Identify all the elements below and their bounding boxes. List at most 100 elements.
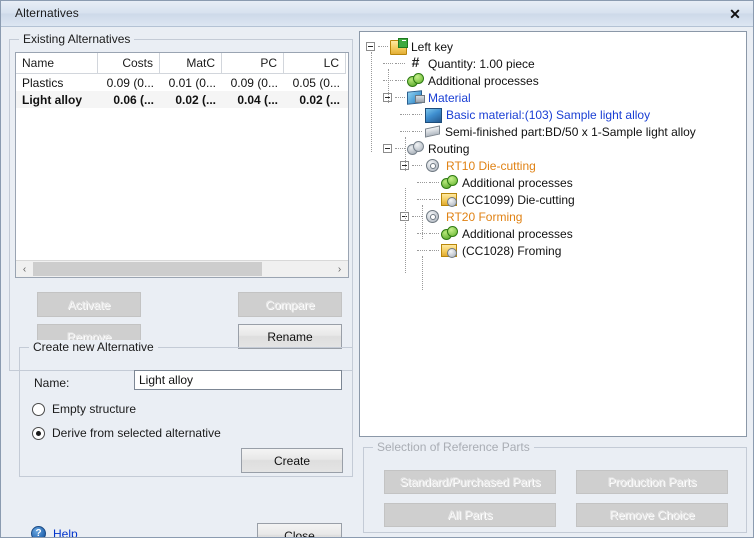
radio-mark-derive <box>32 427 45 440</box>
tree-connector <box>395 97 405 98</box>
standard-purchased-parts-button: Standard/Purchased Parts <box>384 470 556 494</box>
tree-node-label: Additional processes <box>428 74 539 88</box>
tree-node[interactable]: RT10 Die-cutting <box>360 157 746 174</box>
tree-node[interactable]: Routing <box>360 140 746 157</box>
radio-mark-empty <box>32 403 45 416</box>
tree-connector <box>378 46 388 47</box>
tree-node[interactable]: Additional processes <box>360 72 746 89</box>
activate-button: Activate <box>37 292 141 317</box>
tree-connector <box>400 131 410 132</box>
tree-connector <box>417 182 427 183</box>
tree-node-label: Additional processes <box>462 176 573 190</box>
single-gear-icon <box>425 158 442 173</box>
tree-node[interactable]: #Quantity: 1.00 piece <box>360 55 746 72</box>
scrollbar-track[interactable] <box>33 261 331 277</box>
tree-node-label: (CC1099) Die-cutting <box>462 193 575 207</box>
tree-node-label: Left key <box>411 40 453 54</box>
tree-connector <box>412 165 422 166</box>
cell-name: Plastics <box>16 76 98 90</box>
horizontal-scrollbar[interactable]: ‹ › <box>16 260 348 277</box>
tree-node[interactable]: Semi-finished part:BD/50 x 1-Sample ligh… <box>360 123 746 140</box>
single-gear-icon <box>425 209 442 224</box>
help-area[interactable]: ? Help <box>31 526 78 538</box>
all-parts-button: All Parts <box>384 503 556 527</box>
tree-connector <box>395 148 405 149</box>
create-new-alternative-group: Create new Alternative Name: Empty struc… <box>19 347 353 477</box>
collapse-icon[interactable] <box>366 42 375 51</box>
title-bar: Alternatives ✕ <box>1 1 754 27</box>
tree-connector <box>395 63 405 64</box>
column-header-pc[interactable]: PC <box>222 53 284 74</box>
cell-lc: 0.05 (0... <box>284 76 346 90</box>
column-header-matc[interactable]: MatC <box>160 53 222 74</box>
tree-node[interactable]: Left key <box>360 38 746 55</box>
create-new-label: Create new Alternative <box>29 340 158 354</box>
tree-guide <box>371 52 372 152</box>
tree-connector <box>383 63 393 64</box>
cell-costs: 0.06 (... <box>98 93 160 107</box>
radio-derive-from-selected[interactable]: Derive from selected alternative <box>32 426 221 440</box>
grey-gears-icon <box>407 141 424 156</box>
existing-alternatives-label: Existing Alternatives <box>19 32 134 46</box>
help-icon[interactable]: ? <box>31 526 46 538</box>
tree-node-label: Basic material:(103) Sample light alloy <box>446 108 650 122</box>
compare-button: Compare <box>238 292 342 317</box>
structure-tree[interactable]: Left key#Quantity: 1.00 piece Additional … <box>359 31 747 437</box>
hash-icon: # <box>407 56 424 71</box>
alternatives-dialog: Alternatives ✕ Existing Alternatives Nam… <box>0 0 754 538</box>
column-header-lc[interactable]: LC <box>284 53 346 74</box>
alternatives-list[interactable]: Name Costs MatC PC LC Plastics 0.09 (0..… <box>15 52 349 278</box>
cube-icon <box>425 108 442 123</box>
table-row-selected[interactable]: Light alloy 0.06 (... 0.02 (... 0.04 (..… <box>16 91 348 108</box>
green-gears-icon <box>441 226 458 241</box>
tree-node[interactable]: RT20 Forming <box>360 208 746 225</box>
radio-empty-label: Empty structure <box>52 402 136 416</box>
scroll-left-icon[interactable]: ‹ <box>16 261 33 277</box>
collapse-icon[interactable] <box>383 144 392 153</box>
cell-pc: 0.09 (0... <box>222 76 284 90</box>
tree-guide <box>422 256 423 290</box>
tree-node-label: Additional processes <box>462 227 573 241</box>
tree-connector <box>412 131 422 132</box>
tree-node[interactable]: Additional processes <box>360 225 746 242</box>
table-row[interactable]: Plastics 0.09 (0... 0.01 (0... 0.09 (0..… <box>16 74 348 91</box>
tree-node[interactable]: Material <box>360 89 746 106</box>
green-gears-icon <box>407 73 424 88</box>
close-icon[interactable]: ✕ <box>721 4 749 24</box>
name-input[interactable] <box>134 370 342 390</box>
name-label: Name: <box>34 376 69 390</box>
tree-node-label: Semi-finished part:BD/50 x 1-Sample ligh… <box>445 125 696 139</box>
cost-center-icon <box>441 243 458 258</box>
material-icon <box>407 90 424 105</box>
tree-node-label: RT10 Die-cutting <box>446 159 536 173</box>
help-link[interactable]: Help <box>53 527 78 538</box>
scrollbar-thumb[interactable] <box>33 262 262 276</box>
tree-node[interactable]: (CC1028) Froming <box>360 242 746 259</box>
semifinished-icon <box>424 124 441 139</box>
rename-button[interactable]: Rename <box>238 324 342 349</box>
close-button[interactable]: Close <box>257 523 342 538</box>
tree-guide <box>388 69 389 103</box>
remove-choice-button: Remove Choice <box>576 503 728 527</box>
tree-connector <box>429 250 439 251</box>
folder-plus-icon <box>390 40 407 55</box>
left-pane: Existing Alternatives Name Costs MatC PC… <box>9 29 353 529</box>
create-button[interactable]: Create <box>241 448 343 473</box>
right-pane: Left key#Quantity: 1.00 piece Additional … <box>359 29 747 529</box>
tree-node[interactable]: Additional processes <box>360 174 746 191</box>
tree-connector <box>400 114 410 115</box>
tree-guide <box>422 205 423 239</box>
column-header-costs[interactable]: Costs <box>98 53 160 74</box>
tree-guide <box>405 137 406 171</box>
column-header-name[interactable]: Name <box>16 53 98 74</box>
reference-parts-group: Selection of Reference Parts Standard/Pu… <box>363 447 747 533</box>
scroll-right-icon[interactable]: › <box>331 261 348 277</box>
radio-empty-structure[interactable]: Empty structure <box>32 402 136 416</box>
reference-parts-label: Selection of Reference Parts <box>373 440 534 454</box>
tree-node[interactable]: Basic material:(103) Sample light alloy <box>360 106 746 123</box>
tree-connector <box>412 216 422 217</box>
cell-lc: 0.02 (... <box>284 93 346 107</box>
cell-pc: 0.04 (... <box>222 93 284 107</box>
tree-node[interactable]: (CC1099) Die-cutting <box>360 191 746 208</box>
tree-node-label: RT20 Forming <box>446 210 522 224</box>
